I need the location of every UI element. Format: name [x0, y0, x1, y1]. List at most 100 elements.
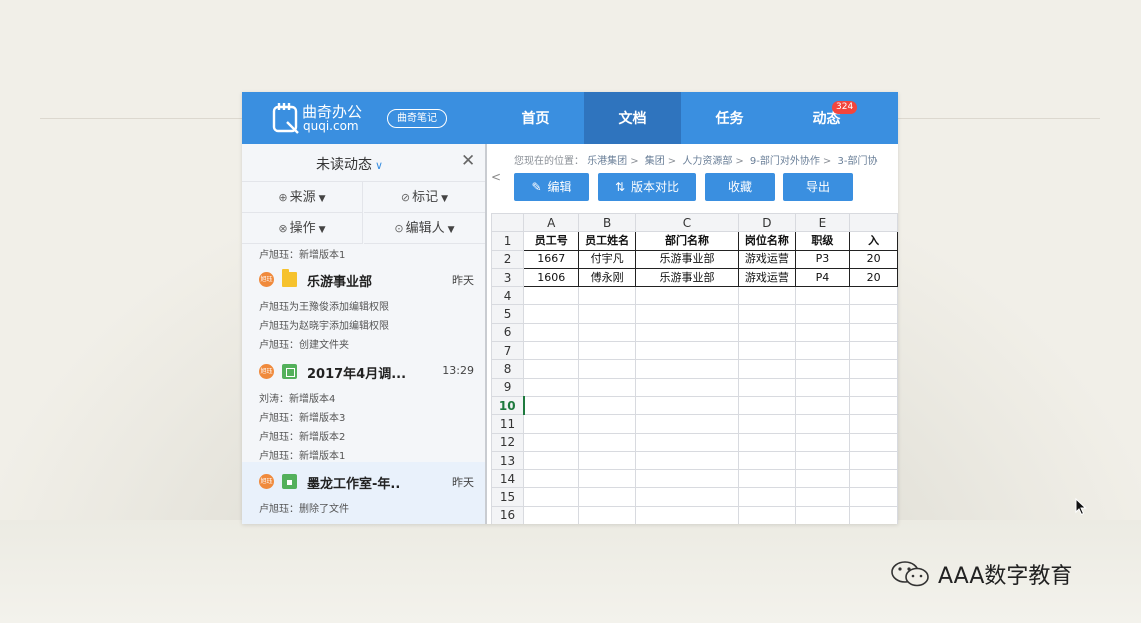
table-cell[interactable]	[794, 450, 851, 471]
table-cell[interactable]: 1667	[523, 249, 580, 269]
row-header[interactable]: 16	[491, 505, 525, 524]
table-cell[interactable]: 入	[849, 231, 898, 251]
table-cell[interactable]: 部门名称	[634, 231, 740, 251]
row-header[interactable]: 2	[491, 249, 525, 269]
table-cell[interactable]	[738, 487, 796, 507]
breadcrumb-item[interactable]: 3-部门协	[837, 156, 877, 167]
breadcrumb-item[interactable]: 乐港集团	[587, 156, 627, 167]
column-header[interactable]: E	[794, 213, 851, 233]
filter-mark[interactable]: ⊘ 标记 ▼	[364, 182, 485, 213]
table-cell[interactable]	[578, 395, 636, 416]
table-cell[interactable]	[634, 469, 740, 489]
table-cell[interactable]	[634, 341, 740, 361]
row-header[interactable]: 8	[491, 359, 525, 379]
table-cell[interactable]	[794, 487, 851, 507]
table-cell[interactable]	[738, 341, 796, 361]
table-cell[interactable]: 员工号	[523, 231, 580, 251]
table-cell[interactable]	[523, 487, 580, 507]
row-header[interactable]: 15	[491, 487, 525, 507]
table-cell[interactable]	[523, 304, 580, 324]
row-header[interactable]: 11	[491, 414, 525, 434]
table-cell[interactable]	[523, 469, 580, 489]
table-cell[interactable]	[523, 359, 580, 379]
table-cell[interactable]	[738, 432, 796, 452]
table-cell[interactable]	[634, 322, 740, 343]
table-cell[interactable]	[634, 377, 740, 397]
table-cell[interactable]: 职级	[794, 231, 851, 251]
table-cell[interactable]	[634, 286, 740, 306]
breadcrumb-item[interactable]: 9-部门对外协作	[750, 156, 820, 167]
favorite-button[interactable]: 收藏	[705, 173, 775, 201]
table-cell[interactable]	[794, 469, 851, 489]
table-cell[interactable]	[849, 487, 898, 507]
table-cell[interactable]	[849, 304, 898, 324]
table-cell[interactable]	[794, 395, 851, 416]
table-cell[interactable]	[634, 432, 740, 452]
row-header[interactable]: 1	[491, 231, 525, 251]
table-cell[interactable]	[794, 505, 851, 524]
table-cell[interactable]	[738, 322, 796, 343]
table-cell[interactable]: 岗位名称	[738, 231, 796, 251]
table-cell[interactable]	[738, 414, 796, 434]
collapse-sidebar-chevron-icon[interactable]: <	[489, 144, 503, 210]
row-header[interactable]: 12	[491, 432, 525, 452]
table-cell[interactable]	[794, 359, 851, 379]
table-cell[interactable]	[578, 341, 636, 361]
export-button[interactable]: 导出	[783, 173, 853, 201]
table-cell[interactable]	[794, 304, 851, 324]
table-cell[interactable]	[849, 341, 898, 361]
table-cell[interactable]	[849, 432, 898, 452]
row-header[interactable]: 4	[491, 286, 525, 306]
breadcrumb-item[interactable]: 集团	[645, 156, 665, 167]
table-cell[interactable]	[578, 359, 636, 379]
activity-group-header[interactable]: 旭珏 2017年4月调... 13:29	[259, 363, 474, 382]
table-cell[interactable]	[634, 487, 740, 507]
tab-documents[interactable]: 文档	[584, 92, 681, 144]
row-header[interactable]: 3	[491, 267, 525, 288]
table-cell[interactable]	[794, 414, 851, 434]
table-cell[interactable]: 员工姓名	[578, 231, 636, 251]
row-header[interactable]: 6	[491, 322, 525, 343]
table-cell[interactable]	[523, 341, 580, 361]
table-cell[interactable]	[849, 505, 898, 524]
table-cell[interactable]	[523, 395, 580, 416]
table-cell[interactable]: P4	[794, 267, 851, 288]
tab-tasks[interactable]: 任务	[681, 92, 778, 144]
close-icon[interactable]: ✕	[461, 153, 475, 170]
table-cell[interactable]: 付宇凡	[578, 249, 636, 269]
table-cell[interactable]: 游戏运营	[738, 267, 796, 288]
column-header[interactable]: B	[578, 213, 636, 233]
table-cell[interactable]	[634, 414, 740, 434]
table-cell[interactable]	[849, 377, 898, 397]
version-compare-button[interactable]: ⇅ 版本对比	[598, 173, 696, 201]
table-cell[interactable]: P3	[794, 249, 851, 269]
table-cell[interactable]	[794, 322, 851, 343]
table-cell[interactable]	[794, 377, 851, 397]
row-header[interactable]: 7	[491, 341, 525, 361]
table-cell[interactable]	[794, 432, 851, 452]
column-header[interactable]: A	[523, 213, 580, 233]
table-cell[interactable]	[578, 322, 636, 343]
table-cell[interactable]	[634, 304, 740, 324]
table-cell[interactable]	[578, 432, 636, 452]
table-cell[interactable]: 1606	[523, 267, 580, 288]
row-header[interactable]: 10	[491, 395, 525, 416]
table-cell[interactable]	[738, 377, 796, 397]
row-header[interactable]: 9	[491, 377, 525, 397]
table-cell[interactable]	[738, 505, 796, 524]
breadcrumb-item[interactable]: 人力资源部	[682, 156, 732, 167]
table-cell[interactable]	[738, 395, 796, 416]
table-cell[interactable]	[849, 286, 898, 306]
table-cell[interactable]	[738, 304, 796, 324]
edit-button[interactable]: ✎ 编辑	[514, 173, 589, 201]
tab-activity[interactable]: 动态 324	[778, 92, 875, 144]
table-cell[interactable]	[578, 304, 636, 324]
table-cell[interactable]: 乐游事业部	[634, 267, 740, 288]
row-header[interactable]: 14	[491, 469, 525, 489]
column-header[interactable]: C	[634, 213, 740, 233]
table-cell[interactable]	[794, 286, 851, 306]
table-cell[interactable]	[523, 322, 580, 343]
table-cell[interactable]	[634, 450, 740, 471]
column-header[interactable]	[849, 213, 898, 233]
unread-activity-dropdown[interactable]: 未读动态 ∨	[316, 154, 383, 174]
